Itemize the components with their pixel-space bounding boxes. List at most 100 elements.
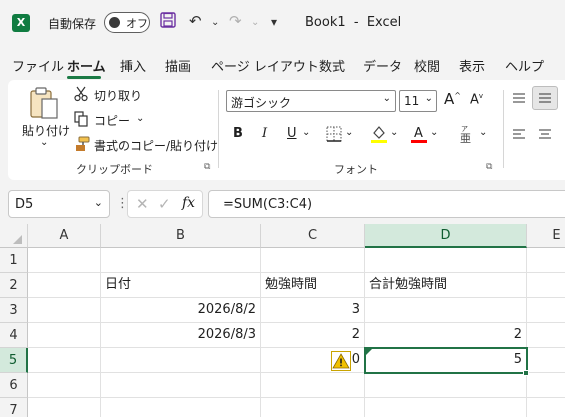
cell-d4[interactable]: 2 [365, 323, 527, 348]
tab-data[interactable]: データ [363, 56, 402, 75]
increase-font-size-icon[interactable]: A^ [444, 90, 461, 108]
font-size-select[interactable]: 11 ⌄ [399, 90, 437, 112]
font-color-dropdown-icon[interactable]: ⌄ [430, 127, 438, 138]
cell-c1[interactable] [261, 248, 365, 273]
redo-icon[interactable]: ↷ [229, 12, 242, 30]
underline-dropdown-icon[interactable]: ⌄ [302, 127, 310, 138]
clipboard-launcher-icon[interactable]: ⧉ [204, 162, 210, 172]
cell-d6[interactable] [365, 373, 527, 398]
tab-review[interactable]: 校閲 [414, 56, 440, 75]
cell-d7[interactable] [365, 398, 527, 417]
cell-e1[interactable] [527, 248, 565, 273]
row-header-2[interactable]: 2 [0, 273, 28, 298]
cell-b7[interactable] [101, 398, 261, 417]
format-painter-icon[interactable] [74, 136, 90, 155]
column-header-c[interactable]: C [261, 224, 365, 248]
fill-handle[interactable] [523, 370, 529, 376]
borders-dropdown-icon[interactable]: ⌄ [345, 127, 353, 138]
cell-c3[interactable]: 3 [261, 298, 365, 323]
autosave-toggle[interactable]: オフ [104, 12, 150, 33]
copy-icon[interactable] [74, 111, 88, 130]
cell-b3[interactable]: 2026/8/2 [101, 298, 261, 323]
cell-a7[interactable] [28, 398, 101, 417]
paste-dropdown-icon[interactable]: ⌄ [40, 137, 48, 148]
cell-d3[interactable] [365, 298, 527, 323]
select-all-corner[interactable] [0, 224, 28, 248]
save-icon[interactable] [160, 12, 176, 32]
phonetic-dropdown-icon[interactable]: ⌄ [479, 127, 487, 138]
font-color-icon[interactable]: A [410, 124, 428, 147]
tab-insert[interactable]: 挿入 [120, 56, 146, 75]
cancel-icon[interactable]: ✕ [136, 195, 149, 213]
cell-b4[interactable]: 2026/8/3 [101, 323, 261, 348]
cell-d1[interactable] [365, 248, 527, 273]
row-header-1[interactable]: 1 [0, 248, 28, 273]
font-name-select[interactable]: 游ゴシック ⌄ [226, 90, 396, 112]
cell-c7[interactable] [261, 398, 365, 417]
copy-dropdown-icon[interactable]: ⌄ [136, 113, 144, 124]
font-launcher-icon[interactable]: ⧉ [486, 162, 492, 172]
undo-icon[interactable]: ↶ [189, 12, 202, 30]
align-center-icon[interactable] [538, 128, 552, 143]
chevron-down-icon[interactable]: ⌄ [94, 196, 103, 209]
paste-icon[interactable] [28, 86, 60, 123]
align-top-icon[interactable] [512, 92, 526, 107]
italic-button[interactable]: I [262, 126, 267, 141]
row-header-7[interactable]: 7 [0, 398, 28, 417]
cell-c2[interactable]: 勉強時間 [261, 273, 365, 298]
row-header-6[interactable]: 6 [0, 373, 28, 398]
underline-button[interactable]: U [287, 126, 297, 141]
undo-dropdown-icon[interactable]: ⌄ [211, 17, 219, 28]
enter-check-icon[interactable]: ✓ [158, 195, 171, 213]
cell-a5[interactable] [28, 348, 101, 373]
tab-view[interactable]: 表示 [459, 56, 485, 75]
cell-e6[interactable] [527, 373, 565, 398]
cell-e7[interactable] [527, 398, 565, 417]
tab-draw[interactable]: 描画 [165, 56, 191, 75]
cut-button[interactable]: 切り取り [94, 87, 142, 104]
cell-c6[interactable] [261, 373, 365, 398]
column-header-a[interactable]: A [28, 224, 101, 248]
align-middle-icon[interactable] [532, 86, 558, 110]
format-painter-button[interactable]: 書式のコピー/貼り付け [94, 137, 218, 154]
cell-a1[interactable] [28, 248, 101, 273]
row-header-5[interactable]: 5 [0, 348, 28, 373]
cell-b2[interactable]: 日付 [101, 273, 261, 298]
formula-input[interactable]: =SUM(C3:C4) [208, 190, 565, 218]
customize-qat-icon[interactable]: ▾ [271, 15, 277, 29]
column-header-b[interactable]: B [101, 224, 261, 248]
tab-file[interactable]: ファイル [12, 56, 64, 75]
error-warning-icon[interactable] [331, 351, 351, 371]
align-left-icon[interactable] [512, 128, 526, 143]
cell-c4[interactable]: 2 [261, 323, 365, 348]
row-header-4[interactable]: 4 [0, 323, 28, 348]
phonetic-guide-icon[interactable]: ア亜 [458, 124, 474, 147]
tab-home[interactable]: ホーム [67, 56, 106, 75]
cell-d2[interactable]: 合計勉強時間 [365, 273, 527, 298]
column-header-d[interactable]: D [365, 224, 527, 248]
cell-b6[interactable] [101, 373, 261, 398]
cell-a3[interactable] [28, 298, 101, 323]
cell-a2[interactable] [28, 273, 101, 298]
cell-e5[interactable] [527, 348, 565, 373]
column-header-e[interactable]: E [527, 224, 565, 248]
tab-formulas[interactable]: 数式 [319, 56, 345, 75]
copy-button[interactable]: コピー [94, 112, 130, 129]
borders-icon[interactable] [326, 126, 342, 145]
tab-help[interactable]: ヘルプ [505, 56, 544, 75]
cell-a4[interactable] [28, 323, 101, 348]
cell-a6[interactable] [28, 373, 101, 398]
decrease-font-size-icon[interactable]: Av [470, 92, 483, 107]
bold-button[interactable]: B [233, 126, 243, 141]
cell-e4[interactable] [527, 323, 565, 348]
cell-b5[interactable] [101, 348, 261, 373]
tab-page-layout[interactable]: ページ レイアウト [211, 56, 319, 75]
row-header-3[interactable]: 3 [0, 298, 28, 323]
cell-e2[interactable] [527, 273, 565, 298]
name-box[interactable]: D5 ⌄ [8, 190, 110, 218]
cell-e3[interactable] [527, 298, 565, 323]
scissors-icon[interactable] [74, 86, 88, 105]
fill-color-icon[interactable] [370, 124, 388, 147]
fill-color-dropdown-icon[interactable]: ⌄ [390, 127, 398, 138]
insert-function-button[interactable]: fx [182, 195, 195, 211]
